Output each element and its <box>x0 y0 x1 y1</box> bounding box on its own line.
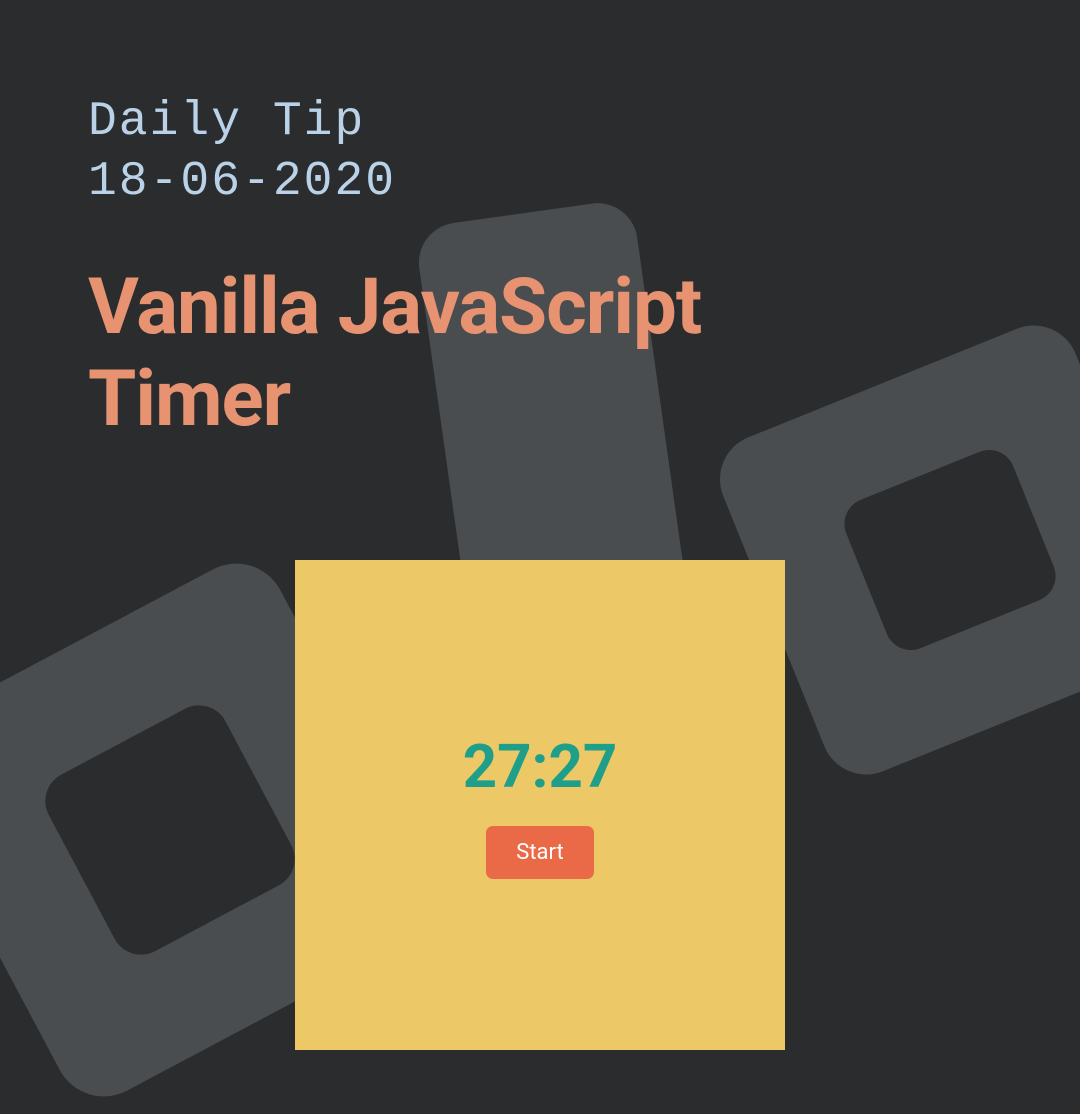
decorative-shape-inner <box>837 442 1064 658</box>
page-title: Vanilla JavaScript Timer <box>88 262 992 446</box>
timer-card: 27:27 Start <box>295 560 785 1050</box>
title-line-2: Timer <box>88 354 290 445</box>
timer-display: 27:27 <box>463 731 618 802</box>
start-button[interactable]: Start <box>486 826 593 879</box>
title-line-1: Vanilla JavaScript <box>88 262 701 353</box>
tip-label-text: Daily Tip <box>88 92 992 152</box>
content-area: Daily Tip 18-06-2020 Vanilla JavaScript … <box>0 0 1080 446</box>
decorative-shape-inner <box>35 695 305 965</box>
tip-date: 18-06-2020 <box>88 152 992 212</box>
tip-header: Daily Tip 18-06-2020 <box>88 92 992 212</box>
